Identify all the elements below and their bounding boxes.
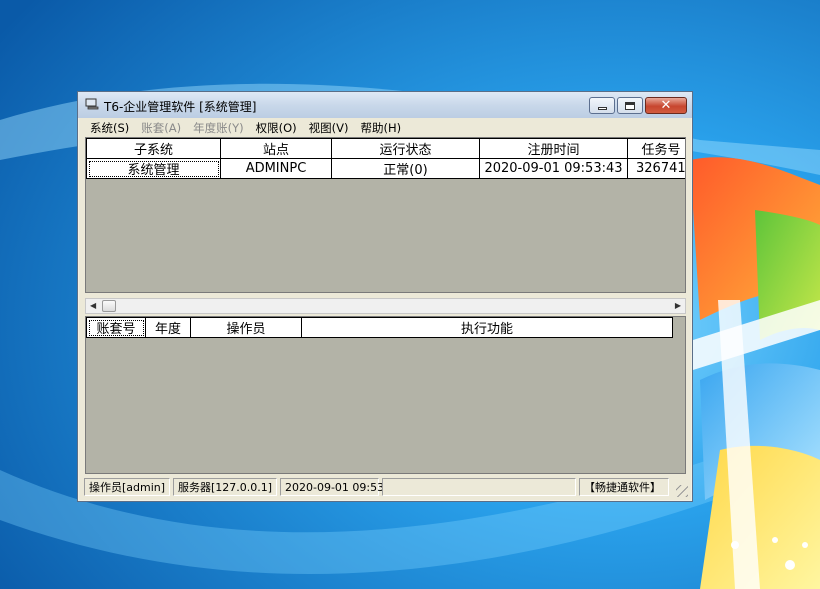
minimize-icon xyxy=(597,107,607,110)
app-window[interactable]: T6-企业管理软件 [系统管理] ✕ 系统(S) 账套(A) 年度账(Y) 权限… xyxy=(77,91,693,502)
subsystem-grid[interactable]: 子系统 站点 运行状态 注册时间 任务号 系统管理 ADMINPC 正常(0) … xyxy=(85,137,686,293)
column-header-function[interactable]: 执行功能 xyxy=(301,317,673,338)
column-header-register-time[interactable]: 注册时间 xyxy=(479,138,628,159)
account-log-grid[interactable]: 账套号 年度 操作员 执行功能 xyxy=(85,316,686,474)
window-title: T6-企业管理软件 [系统管理] xyxy=(104,100,257,114)
maximize-icon xyxy=(625,101,635,110)
table-row[interactable]: 系统管理 ADMINPC 正常(0) 2020-09-01 09:53:43 3… xyxy=(86,158,685,179)
status-server: 服务器[127.0.0.1] xyxy=(173,478,277,496)
cell-task-id[interactable]: 3267417 xyxy=(627,158,685,179)
cell-station[interactable]: ADMINPC xyxy=(220,158,332,179)
column-header-station[interactable]: 站点 xyxy=(220,138,332,159)
minimize-button[interactable] xyxy=(589,97,615,114)
menu-permission[interactable]: 权限(O) xyxy=(250,119,303,137)
column-header-year[interactable]: 年度 xyxy=(145,317,191,338)
column-header-task-id[interactable]: 任务号 xyxy=(627,138,685,159)
cell-subsystem[interactable]: 系统管理 xyxy=(86,158,221,179)
scroll-right-icon[interactable]: ▶ xyxy=(675,301,681,310)
resize-grip-icon[interactable] xyxy=(676,485,688,497)
cell-register-time[interactable]: 2020-09-01 09:53:43 xyxy=(479,158,628,179)
subsystem-table: 子系统 站点 运行状态 注册时间 任务号 系统管理 ADMINPC 正常(0) … xyxy=(86,138,685,179)
window-controls: ✕ xyxy=(589,97,687,114)
column-header-run-status[interactable]: 运行状态 xyxy=(331,138,480,159)
column-header-operator[interactable]: 操作员 xyxy=(190,317,302,338)
close-icon: ✕ xyxy=(660,98,672,113)
status-operator: 操作员[admin] xyxy=(84,478,170,496)
horizontal-scrollbar[interactable]: ◀ ▶ xyxy=(85,298,686,314)
status-empty-panel xyxy=(382,478,576,496)
status-datetime: 2020-09-01 09:53 xyxy=(280,478,384,496)
column-header-subsystem[interactable]: 子系统 xyxy=(86,138,221,159)
scroll-thumb[interactable] xyxy=(102,300,116,312)
status-bar: 操作员[admin] 服务器[127.0.0.1] 2020-09-01 09:… xyxy=(84,478,688,497)
cell-run-status[interactable]: 正常(0) xyxy=(331,158,480,179)
menu-bar: 系统(S) 账套(A) 年度账(Y) 权限(O) 视图(V) 帮助(H) xyxy=(84,119,407,137)
subsystem-header-row: 子系统 站点 运行状态 注册时间 任务号 xyxy=(86,138,685,159)
close-button[interactable]: ✕ xyxy=(645,97,687,114)
maximize-button[interactable] xyxy=(617,97,643,114)
app-computer-icon xyxy=(85,98,99,110)
menu-annual-account[interactable]: 年度账(Y) xyxy=(187,119,250,137)
menu-account-set[interactable]: 账套(A) xyxy=(135,119,187,137)
menu-system[interactable]: 系统(S) xyxy=(84,119,135,137)
account-log-header-row: 账套号 年度 操作员 执行功能 xyxy=(86,317,673,338)
column-header-account-no[interactable]: 账套号 xyxy=(86,317,146,338)
status-brand: 【畅捷通软件】 xyxy=(579,478,669,496)
title-bar[interactable]: T6-企业管理软件 [系统管理] ✕ xyxy=(78,92,692,118)
account-log-table: 账套号 年度 操作员 执行功能 xyxy=(86,317,673,338)
menu-help[interactable]: 帮助(H) xyxy=(355,119,408,137)
menu-view[interactable]: 视图(V) xyxy=(303,119,355,137)
scroll-left-icon[interactable]: ◀ xyxy=(90,301,96,310)
